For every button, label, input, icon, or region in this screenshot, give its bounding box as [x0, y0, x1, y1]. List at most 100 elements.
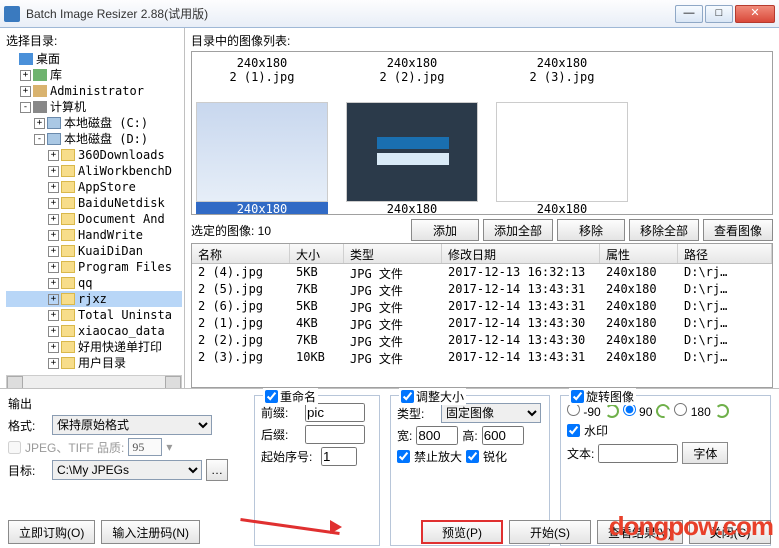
- tree-item[interactable]: +HandWrite: [6, 227, 182, 243]
- table-row[interactable]: 2 (5).jpg7KBJPG 文件2017-12-14 13:43:31240…: [192, 281, 772, 298]
- rotate-90[interactable]: 90: [623, 403, 653, 419]
- table-row[interactable]: 2 (1).jpg4KBJPG 文件2017-12-14 13:43:30240…: [192, 315, 772, 332]
- tree-item-label: Administrator: [50, 83, 144, 99]
- rotate-check[interactable]: [571, 390, 584, 403]
- tree-item[interactable]: +360Downloads: [6, 147, 182, 163]
- tree-item[interactable]: +本地磁盘 (C:): [6, 115, 182, 131]
- table-row[interactable]: 2 (6).jpg5KBJPG 文件2017-12-14 13:43:31240…: [192, 298, 772, 315]
- sharpen-check[interactable]: [466, 450, 479, 463]
- tree-item-label: 好用快递单打印: [78, 339, 162, 355]
- quality-label: JPEG、TIFF 品质:: [25, 439, 124, 456]
- thumbnail[interactable]: 240x1802 (2).jpg: [346, 56, 478, 84]
- resize-check[interactable]: [401, 390, 414, 403]
- minimize-button[interactable]: —: [675, 5, 703, 23]
- tree-item[interactable]: +BaiduNetdisk: [6, 195, 182, 211]
- close-app-button[interactable]: 关闭(C): [689, 520, 771, 544]
- tree-item-label: 计算机: [50, 99, 86, 115]
- thumbnail[interactable]: 240x1802 (6).jpg: [496, 102, 628, 215]
- tree-item[interactable]: +Administrator: [6, 83, 182, 99]
- tree-item-label: KuaiDiDan: [78, 243, 143, 259]
- remove-all-button[interactable]: 移除全部: [629, 219, 699, 241]
- tree-item[interactable]: +用户目录: [6, 355, 182, 371]
- noenlarge-check[interactable]: [397, 450, 410, 463]
- tree-item[interactable]: +xiaocao_data: [6, 323, 182, 339]
- folder-tree-panel: 选择目录: 桌面+库+Administrator-计算机+本地磁盘 (C:)-本…: [0, 28, 185, 388]
- rotate-cw-icon: [654, 401, 673, 420]
- tree-item[interactable]: +Total Uninsta: [6, 307, 182, 323]
- tree-item[interactable]: +qq: [6, 275, 182, 291]
- suffix-input[interactable]: [305, 425, 365, 444]
- folder-icon: [61, 309, 75, 321]
- tree-item-label: AppStore: [78, 179, 136, 195]
- rotate-neg90[interactable]: -90: [567, 403, 601, 419]
- tree-item[interactable]: +AliWorkbenchD: [6, 163, 182, 179]
- user-icon: [33, 85, 47, 97]
- maximize-button[interactable]: □: [705, 5, 733, 23]
- tree-scrollbar[interactable]: [6, 375, 182, 388]
- height-input[interactable]: [482, 426, 524, 445]
- tree-item-label: 库: [50, 67, 62, 83]
- target-select[interactable]: C:\My JPEGs: [52, 460, 202, 480]
- thumbnail[interactable]: 240x1802 (3).jpg: [496, 56, 628, 84]
- tree-item-label: 本地磁盘 (D:): [64, 131, 148, 147]
- regcode-button[interactable]: 输入注册码(N): [101, 520, 200, 544]
- file-table: 名称 大小 类型 修改日期 属性 路径 2 (4).jpg5KBJPG 文件20…: [191, 243, 773, 388]
- tree-item-label: HandWrite: [78, 227, 143, 243]
- folder-icon: [61, 181, 75, 193]
- remove-button[interactable]: 移除: [557, 219, 625, 241]
- view-image-button[interactable]: 查看图像: [703, 219, 773, 241]
- col-name[interactable]: 名称: [192, 244, 290, 263]
- col-size[interactable]: 大小: [290, 244, 344, 263]
- close-button[interactable]: ✕: [735, 5, 775, 23]
- col-date[interactable]: 修改日期: [442, 244, 600, 263]
- watermark-check[interactable]: [567, 424, 580, 437]
- add-all-button[interactable]: 添加全部: [483, 219, 553, 241]
- thumbnail[interactable]: 240x1802 (4).jpg: [196, 102, 328, 215]
- tree-item[interactable]: +库: [6, 67, 182, 83]
- drive-icon: [47, 133, 61, 145]
- tree-item[interactable]: -本地磁盘 (D:): [6, 131, 182, 147]
- col-attr[interactable]: 属性: [600, 244, 678, 263]
- rotate-180[interactable]: 180: [674, 403, 710, 419]
- lib-icon: [33, 69, 47, 81]
- tree-item[interactable]: +rjxz: [6, 291, 182, 307]
- tree-item[interactable]: +Program Files: [6, 259, 182, 275]
- order-button[interactable]: 立即订购(O): [8, 520, 95, 544]
- rename-check[interactable]: [265, 390, 278, 403]
- preview-button[interactable]: 预览(P): [421, 520, 503, 544]
- table-row[interactable]: 2 (2).jpg7KBJPG 文件2017-12-14 13:43:30240…: [192, 332, 772, 349]
- table-row[interactable]: 2 (4).jpg5KBJPG 文件2017-12-13 16:32:13240…: [192, 264, 772, 281]
- font-button[interactable]: 字体: [682, 442, 728, 464]
- tree-item[interactable]: +Document And: [6, 211, 182, 227]
- start-button[interactable]: 开始(S): [509, 520, 591, 544]
- thumbnail[interactable]: 240x1802 (5).jpg: [346, 102, 478, 215]
- tree-item[interactable]: +好用快递单打印: [6, 339, 182, 355]
- watermark-text-input[interactable]: [598, 444, 678, 463]
- output-title: 输出: [8, 395, 244, 412]
- folder-tree[interactable]: 桌面+库+Administrator-计算机+本地磁盘 (C:)-本地磁盘 (D…: [6, 51, 182, 371]
- tree-item[interactable]: -计算机: [6, 99, 182, 115]
- folder-icon: [61, 357, 75, 369]
- quality-dropdown-icon: ▾: [166, 440, 172, 454]
- col-path[interactable]: 路径: [678, 244, 772, 263]
- tree-item-label: Program Files: [78, 259, 172, 275]
- width-input[interactable]: [416, 426, 458, 445]
- folder-icon: [61, 261, 75, 273]
- add-button[interactable]: 添加: [411, 219, 479, 241]
- resize-type-select[interactable]: 固定图像: [441, 403, 541, 423]
- app-icon: [4, 6, 20, 22]
- result-button[interactable]: 查看结果(V): [597, 520, 683, 544]
- tree-item-label: 用户目录: [78, 355, 126, 371]
- tree-item[interactable]: +AppStore: [6, 179, 182, 195]
- prefix-input[interactable]: [305, 403, 365, 422]
- table-row[interactable]: 2 (3).jpg10KBJPG 文件2017-12-14 13:43:3124…: [192, 349, 772, 366]
- tree-item[interactable]: +KuaiDiDan: [6, 243, 182, 259]
- folder-icon: [61, 341, 75, 353]
- startnum-input[interactable]: [321, 447, 357, 466]
- rotate-180-icon: [715, 404, 729, 418]
- col-type[interactable]: 类型: [344, 244, 442, 263]
- format-select[interactable]: 保持原始格式: [52, 415, 212, 435]
- tree-item[interactable]: 桌面: [6, 51, 182, 67]
- browse-button[interactable]: …: [206, 459, 228, 481]
- thumbnail[interactable]: 240x1802 (1).jpg: [196, 56, 328, 84]
